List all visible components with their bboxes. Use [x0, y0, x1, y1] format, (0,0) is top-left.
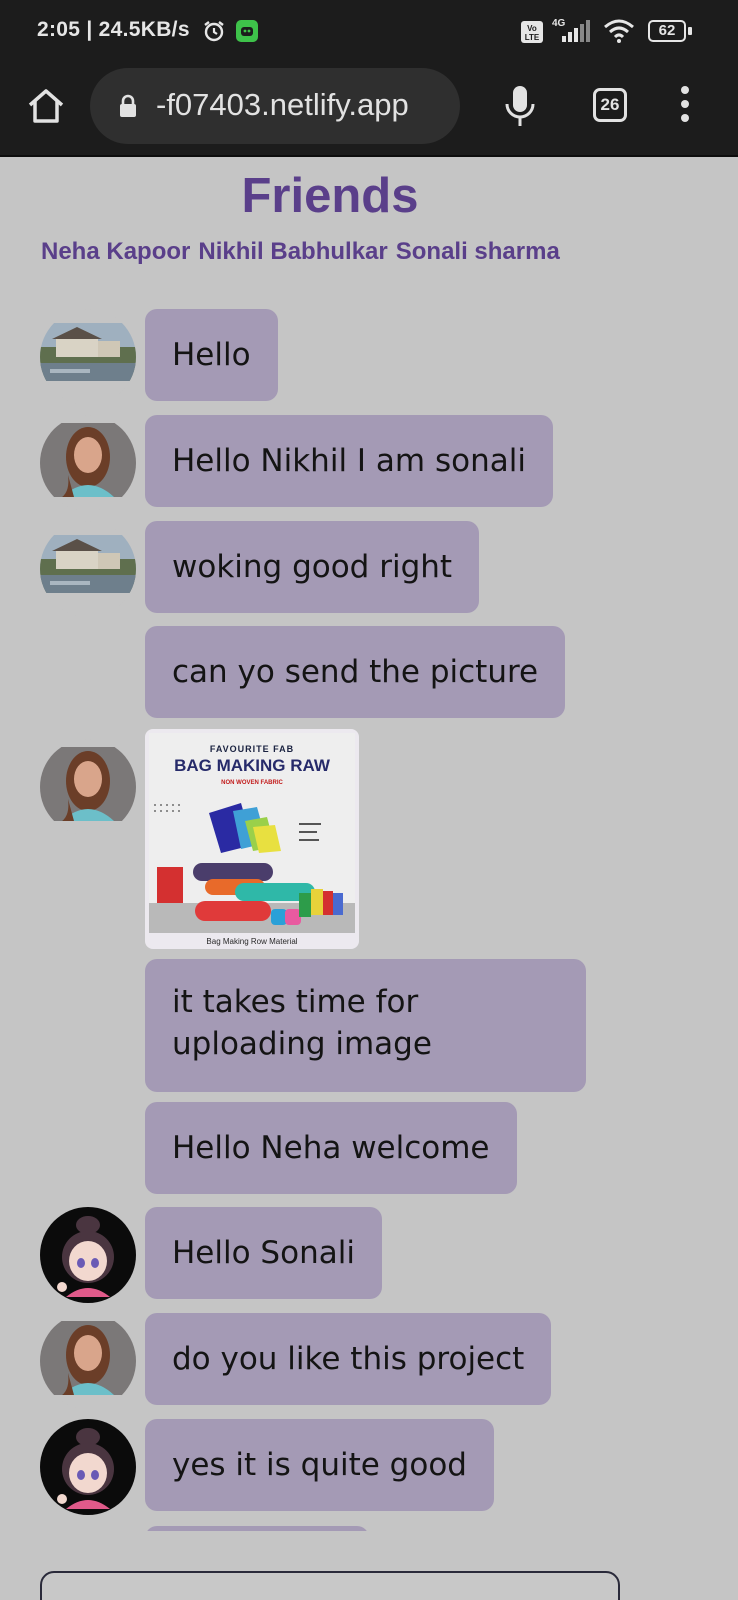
- woman-avatar: [40, 739, 136, 835]
- address-bar[interactable]: -f07403.netlify.app: [90, 68, 460, 144]
- woman-avatar: [40, 415, 136, 511]
- tabs-button[interactable]: 26: [593, 88, 627, 122]
- message-input[interactable]: [40, 1571, 620, 1600]
- image-message[interactable]: FAVOURITE FAB BAG MAKING RAW NON WOVEN F…: [145, 729, 359, 949]
- image-kicker: FAVOURITE FAB: [209, 744, 295, 754]
- browser-toolbar: -f07403.netlify.app 26: [0, 62, 738, 157]
- page-title: Friends: [241, 169, 419, 223]
- volte-icon: Vo LTE: [521, 21, 543, 43]
- house-avatar: [40, 309, 136, 405]
- wifi-icon: [604, 19, 634, 43]
- status-time: 2:05 | 24.5KB/s: [37, 18, 190, 41]
- status-bar: 2:05 | 24.5KB/s Vo LTE 4G 62: [0, 0, 738, 62]
- message-bubble: it takes time for uploading image: [145, 959, 586, 1092]
- url-text[interactable]: -f07403.netlify.app: [156, 87, 409, 123]
- message-bubble: do you like this project: [145, 1313, 552, 1405]
- svg-text:LTE: LTE: [525, 33, 540, 42]
- app-notification-icon: [236, 20, 258, 42]
- woman-avatar: [40, 1313, 136, 1409]
- signal-icon: 4G: [552, 18, 590, 42]
- battery-tip: [688, 27, 692, 35]
- alarm-icon: [204, 21, 224, 42]
- more-vert-icon[interactable]: [674, 86, 696, 126]
- anime-girl-avatar: [40, 1419, 136, 1515]
- message-bubble: Hello Neha welcome: [145, 1102, 517, 1194]
- message-bubble: Hello: [145, 309, 278, 401]
- home-icon[interactable]: [24, 84, 68, 128]
- house-avatar: [40, 521, 136, 617]
- anime-girl-avatar: [40, 1207, 136, 1303]
- chat-list: Hello Hello Nikhil I am sonali woking go…: [0, 309, 738, 1531]
- svg-text:Vo: Vo: [527, 24, 537, 33]
- member-name: Neha Kapoor: [41, 238, 191, 265]
- message-bubble: yes it is quite good: [145, 1419, 494, 1511]
- svg-text:4G: 4G: [552, 18, 566, 29]
- member-name: Nikhil Babhulkar: [198, 238, 388, 265]
- message-bubble: woking good right: [145, 521, 480, 613]
- image-subheading: NON WOVEN FABRIC: [221, 780, 283, 786]
- lock-icon[interactable]: [118, 94, 138, 118]
- message-bubble: [145, 1526, 369, 1531]
- message-bubble: Hello Sonali: [145, 1207, 382, 1299]
- image-caption: Bag Making Row Material: [206, 937, 298, 946]
- battery-icon: 62: [648, 20, 686, 42]
- member-list: Neha Kapoor Nikhil Babhulkar Sonali shar…: [41, 238, 560, 266]
- message-bubble: can yo send the picture: [145, 626, 566, 718]
- member-name: Sonali sharma: [395, 238, 560, 265]
- image-headline: BAG MAKING RAW: [174, 756, 330, 775]
- mic-icon[interactable]: [500, 82, 540, 130]
- message-bubble: Hello Nikhil I am sonali: [145, 415, 553, 507]
- fabric-rolls-illustration: [149, 803, 355, 933]
